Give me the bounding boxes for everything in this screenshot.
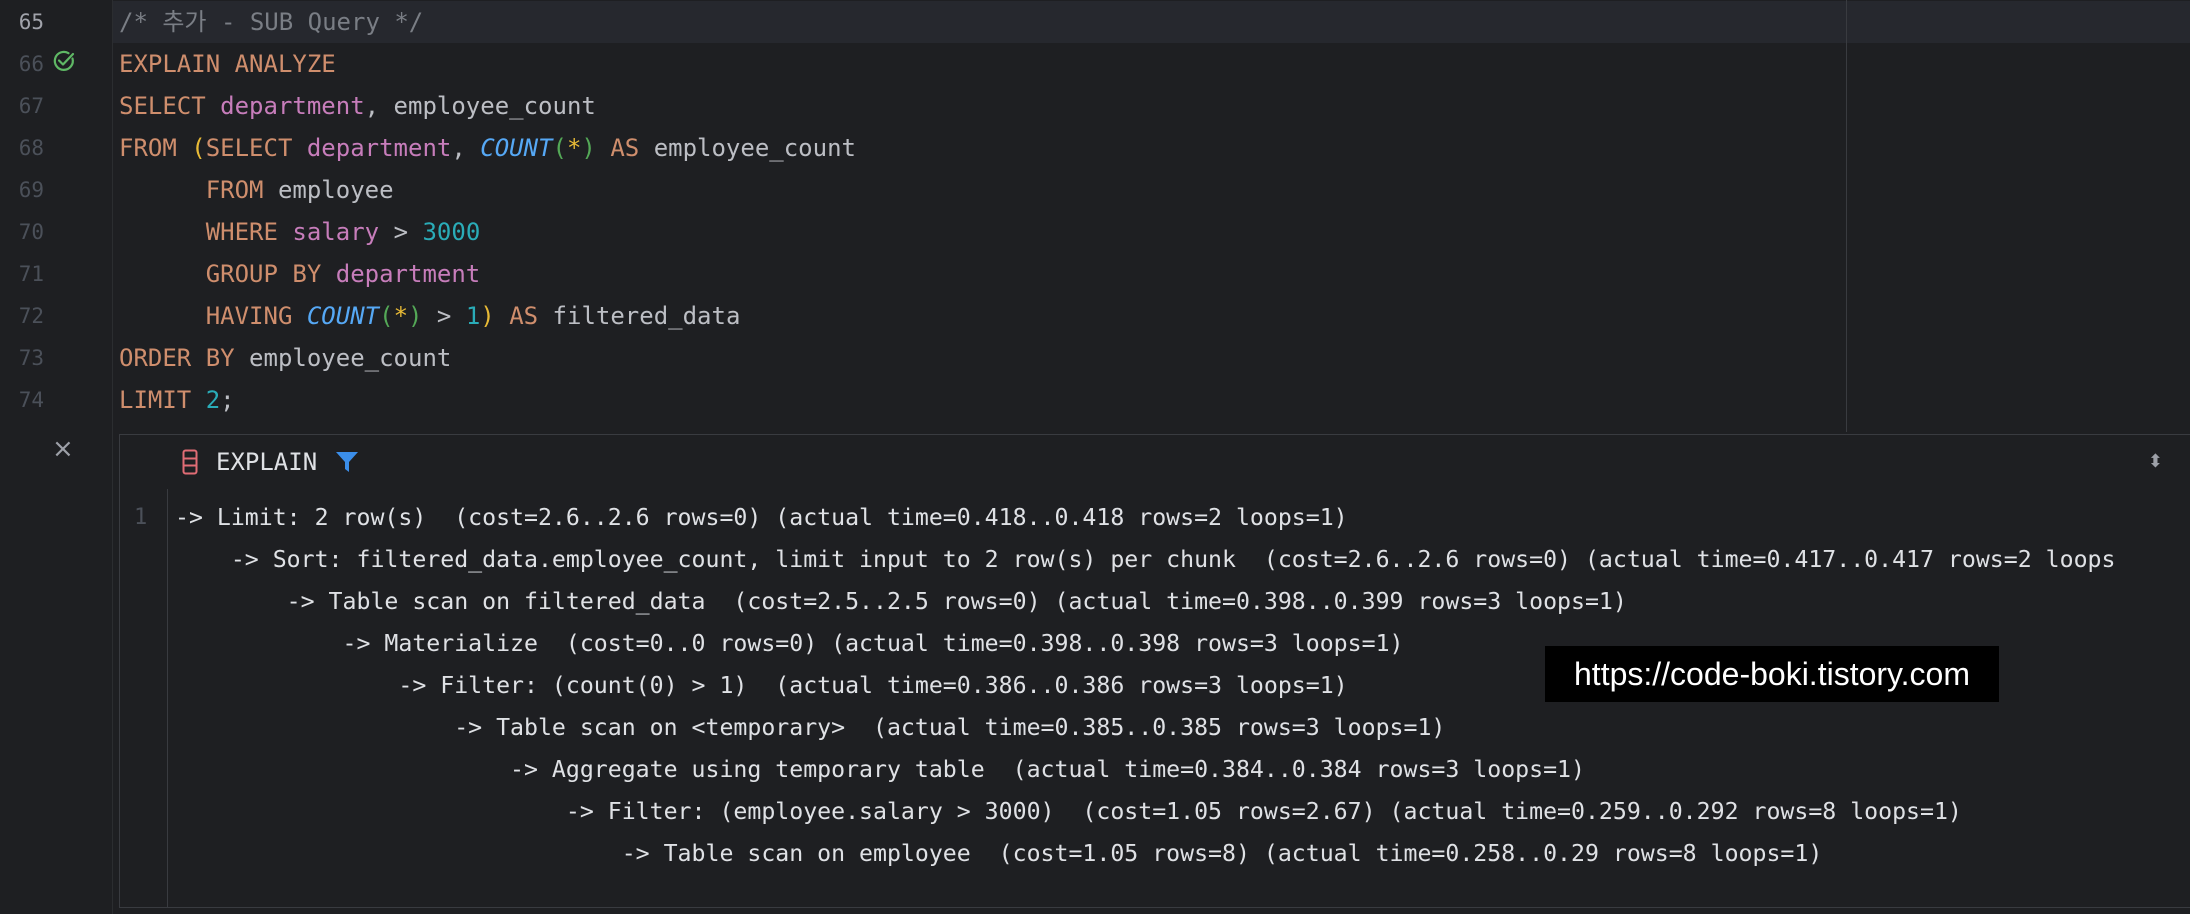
plan-row: -> Table scan on employee (cost=1.05 row… [175,840,1823,867]
paren: ( [552,134,567,162]
keyword: WHERE [205,218,278,246]
keyword: AS [509,302,539,330]
star: * [566,134,582,162]
line-number: 70 [18,220,44,244]
star: * [393,302,409,330]
keyword: GROUP BY [205,260,322,288]
keyword: FROM [205,176,264,204]
comment: /* 추가 - SUB Query */ [119,8,424,36]
paren: ) [581,134,596,162]
line-number: 68 [18,136,44,160]
identifier: , employee_count [364,92,596,120]
field: department [335,260,481,288]
paren: ) [480,302,495,330]
code-line: EXPLAIN ANALYZE [119,43,336,85]
line-number: 66 [18,52,44,76]
plan-row: -> Filter: (count(0) > 1) (actual time=0… [175,672,1348,699]
identifier: employee [277,176,394,204]
line-number: 74 [18,388,44,412]
code-line: /* 추가 - SUB Query */ [113,1,2190,43]
field: department [306,134,452,162]
field: salary [292,218,380,246]
line-number: 69 [18,178,44,202]
line-number: 73 [18,346,44,370]
paren: ) [408,302,423,330]
code-line: FROM (SELECT department, COUNT(*) AS emp… [119,127,856,169]
line-number: 67 [18,94,44,118]
check-circle-icon[interactable] [52,49,76,73]
code-line: ORDER BY employee_count [119,337,451,379]
line-number: 72 [18,304,44,328]
keyword: FROM [119,134,177,162]
identifier: employee_count [249,344,452,372]
plan-row: -> Limit: 2 row(s) (cost=2.6..2.6 rows=0… [175,504,1348,531]
code-line: FROM employee [119,169,394,211]
line-number-gutter: 65 66 67 68 69 70 71 72 73 74 × [0,0,113,914]
plan-row: -> Materialize (cost=0..0 rows=0) (actua… [175,630,1404,657]
operator: > [436,302,452,330]
function: COUNT [306,302,380,330]
code-line: SELECT department, employee_count [119,85,596,127]
code-line: GROUP BY department [119,253,481,295]
keyword: HAVING [205,302,293,330]
keyword: SELECT [119,92,206,120]
paren: ( [191,134,206,162]
explain-title: EXPLAIN [216,448,318,476]
plan-row: -> Filter: (employee.salary > 3000) (cos… [175,798,1962,825]
code-area[interactable]: /* 추가 - SUB Query */ EXPLAIN ANALYZE SEL… [113,0,2190,432]
filter-icon[interactable] [334,449,360,475]
plan-row: -> Sort: filtered_data.employee_count, l… [175,546,2116,573]
keyword: EXPLAIN ANALYZE [119,50,336,78]
result-line-gutter [120,489,168,907]
sql-editor[interactable]: 65 66 67 68 69 70 71 72 73 74 × /* 추가 - … [0,0,2190,914]
close-icon[interactable]: × [52,434,74,464]
keyword: SELECT [205,134,293,162]
number: 3000 [422,218,481,246]
keyword: AS [610,134,640,162]
watermark-url: https://code-boki.tistory.com [1545,646,1999,702]
operator: > [393,218,409,246]
number: 1 [465,302,481,330]
field: department [220,92,365,120]
identifier: filtered_data [552,302,741,330]
keyword: ORDER BY [119,344,235,372]
code-line: HAVING COUNT(*) > 1) AS filtered_data [119,295,741,337]
plan-row: -> Table scan on filtered_data (cost=2.5… [175,588,1627,615]
plan-row: -> Table scan on <temporary> (actual tim… [175,714,1446,741]
number: 2 [205,386,221,414]
code-line: LIMIT 2; [119,379,235,421]
explain-header: EXPLAIN ⬍ [120,435,2190,489]
function: COUNT [480,134,553,162]
code-line: WHERE salary > 3000 [119,211,481,253]
keyword: LIMIT [119,386,192,414]
result-line-number: 1 [134,505,148,530]
plan-row: -> Aggregate using temporary table (actu… [175,756,1585,783]
paren: ( [379,302,394,330]
punct: , [451,134,466,162]
database-icon [182,449,198,475]
identifier: employee_count [653,134,856,162]
line-number: 65 [18,10,44,34]
line-number: 71 [18,262,44,286]
sort-toggle-icon[interactable]: ⬍ [2148,451,2163,472]
punct: ; [220,386,235,414]
right-margin-guide [1846,0,1847,432]
